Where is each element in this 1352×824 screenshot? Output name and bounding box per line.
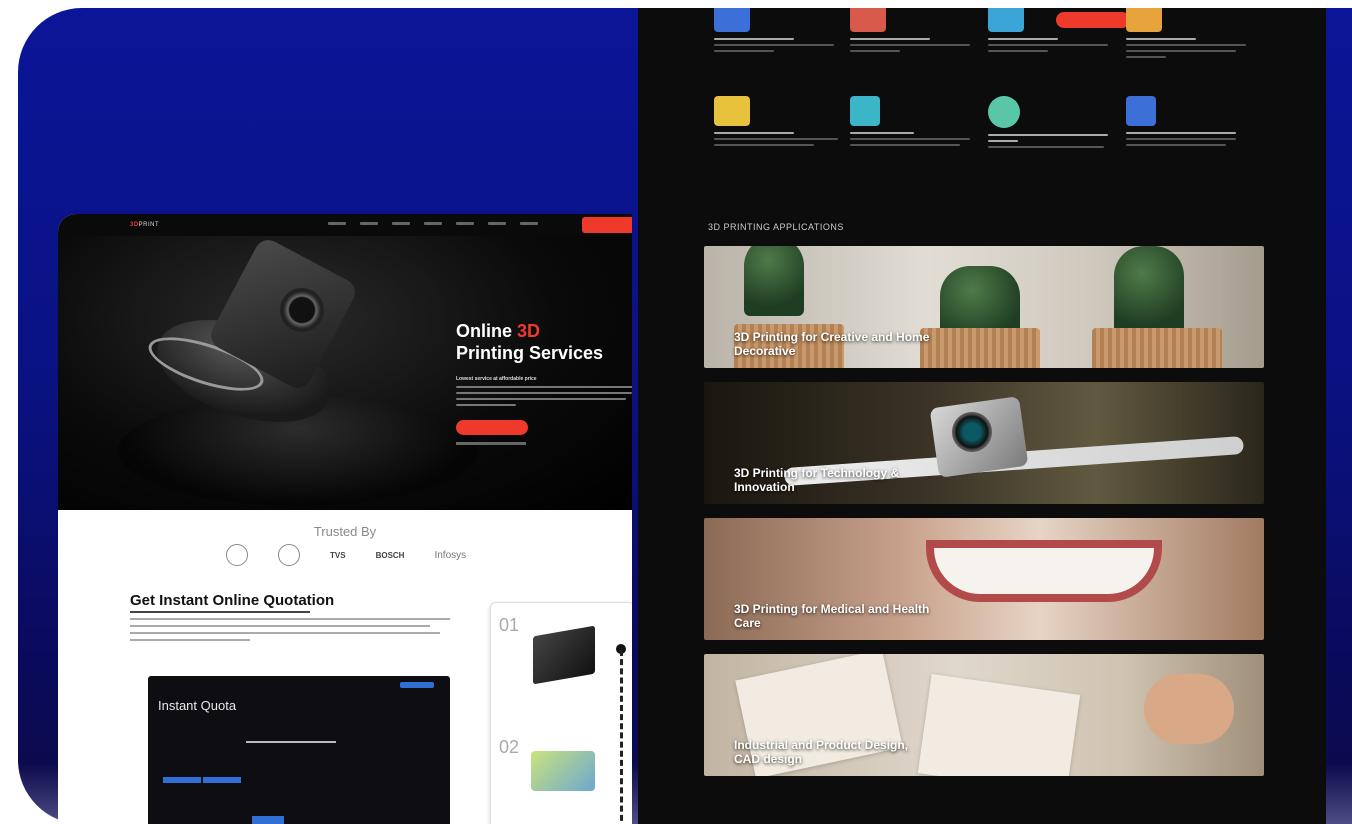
brand-logo-emblem xyxy=(226,544,248,566)
nav-link[interactable] xyxy=(520,222,538,225)
teeth-image xyxy=(934,548,1154,594)
cactus-image xyxy=(744,246,804,316)
step-illustration xyxy=(531,751,595,791)
brand-infosys: Infosys xyxy=(434,549,467,561)
application-card-technology[interactable]: 3D Printing for Technology & Innovation xyxy=(704,382,1264,504)
logo-suffix: PRINT xyxy=(138,222,160,228)
quality-icon xyxy=(850,96,880,126)
hero-cta-button[interactable] xyxy=(456,420,528,435)
quote-title: Get Instant Online Quotation xyxy=(130,592,335,609)
feature-text xyxy=(714,132,844,146)
application-title: 3D Printing for Medical and Health Care xyxy=(734,602,930,630)
feature-text xyxy=(988,134,1118,148)
logo-prefix: 3D xyxy=(130,222,139,228)
upload-label xyxy=(246,741,336,743)
brand-logos: TVS BOSCH Infosys xyxy=(226,544,466,566)
right-website-mockup: 3D PRINTING APPLICATIONS 3D Printing for… xyxy=(638,8,1326,824)
hero-title-accent: 3D xyxy=(517,321,541,341)
feature-item xyxy=(988,8,1118,56)
hand-image xyxy=(1144,674,1234,744)
feature-text xyxy=(850,132,980,146)
option-pill[interactable] xyxy=(162,776,202,784)
left-website-mockup: 3DPRINT Online 3D Printing Services Lowe… xyxy=(58,214,632,824)
feature-item xyxy=(850,96,980,150)
application-card-medical[interactable]: 3D Printing for Medical and Health Care xyxy=(704,518,1264,640)
feature-text xyxy=(850,38,980,52)
option-pill[interactable] xyxy=(202,776,242,784)
feature-item xyxy=(714,96,844,150)
hero-title-line2: Printing Services xyxy=(456,343,604,363)
instant-quote-panel: Instant Quota xyxy=(148,676,450,824)
hero-title-prefix: Online xyxy=(456,321,518,341)
hero-title: Online 3D Printing Services xyxy=(456,320,603,364)
application-card-creative[interactable]: 3D Printing for Creative and Home Decora… xyxy=(704,246,1264,368)
feature-text xyxy=(988,38,1118,52)
feature-item xyxy=(850,8,980,56)
step-number: 02 xyxy=(499,737,520,757)
step-number: 01 xyxy=(499,615,520,635)
brand-tvs: TVS xyxy=(330,550,346,560)
hero-link[interactable] xyxy=(456,442,526,445)
mercedes-logo xyxy=(278,544,300,566)
quote-top-button[interactable] xyxy=(400,682,434,688)
application-title: 3D Printing for Technology & Innovation xyxy=(734,466,900,494)
support-icon xyxy=(988,8,1024,32)
globe-icon xyxy=(988,96,1020,128)
quote-options xyxy=(162,776,242,784)
applications-heading: 3D PRINTING APPLICATIONS xyxy=(708,222,844,232)
rocket-icon xyxy=(1126,8,1162,32)
pot-image xyxy=(1092,328,1222,368)
feature-text xyxy=(1126,132,1256,146)
hands-icon xyxy=(850,8,886,32)
nav-link[interactable] xyxy=(424,222,442,225)
pot-image xyxy=(920,328,1040,368)
feature-item xyxy=(714,8,844,56)
left-logo[interactable]: 3DPRINT xyxy=(130,222,159,228)
paper-image xyxy=(917,674,1081,776)
application-title: Industrial and Product Design, CAD desig… xyxy=(734,738,909,766)
timeline xyxy=(620,650,623,824)
folder-icon xyxy=(714,96,750,126)
feature-text xyxy=(714,38,844,52)
desktop-icon xyxy=(714,8,750,32)
left-nav-links xyxy=(328,222,538,225)
printer-lens xyxy=(280,288,324,332)
nav-cta-button[interactable] xyxy=(582,217,632,233)
left-navbar: 3DPRINT xyxy=(58,214,632,236)
application-title: 3D Printing for Creative and Home Decora… xyxy=(734,330,930,358)
showcase-stage: 3DPRINT Online 3D Printing Services Lowe… xyxy=(0,0,1352,824)
laptop-icon xyxy=(1126,96,1156,126)
application-card-industrial[interactable]: Industrial and Product Design, CAD desig… xyxy=(704,654,1264,776)
nav-link[interactable] xyxy=(456,222,474,225)
nav-link[interactable] xyxy=(392,222,410,225)
feature-item xyxy=(1126,96,1256,150)
drone-lens xyxy=(952,412,992,452)
quote-submit[interactable] xyxy=(252,816,284,824)
step-illustration xyxy=(533,625,595,685)
steps-card: 01 02 xyxy=(490,602,632,824)
instant-quote-title: Instant Quota xyxy=(158,698,237,713)
hero-description xyxy=(456,386,632,410)
trusted-by-heading: Trusted By xyxy=(313,524,377,539)
quote-description xyxy=(130,611,450,646)
brand-bosch: BOSCH xyxy=(375,550,405,560)
left-hero: Online 3D Printing Services Lowest servi… xyxy=(58,236,632,510)
nav-link[interactable] xyxy=(360,222,378,225)
feature-text xyxy=(1126,38,1256,58)
feature-item xyxy=(988,96,1118,152)
hero-subtitle: Lowest service at affordable price xyxy=(456,376,537,382)
nav-link[interactable] xyxy=(488,222,506,225)
nav-link[interactable] xyxy=(328,222,346,225)
cactus-image xyxy=(1114,246,1184,336)
feature-item xyxy=(1126,8,1256,62)
